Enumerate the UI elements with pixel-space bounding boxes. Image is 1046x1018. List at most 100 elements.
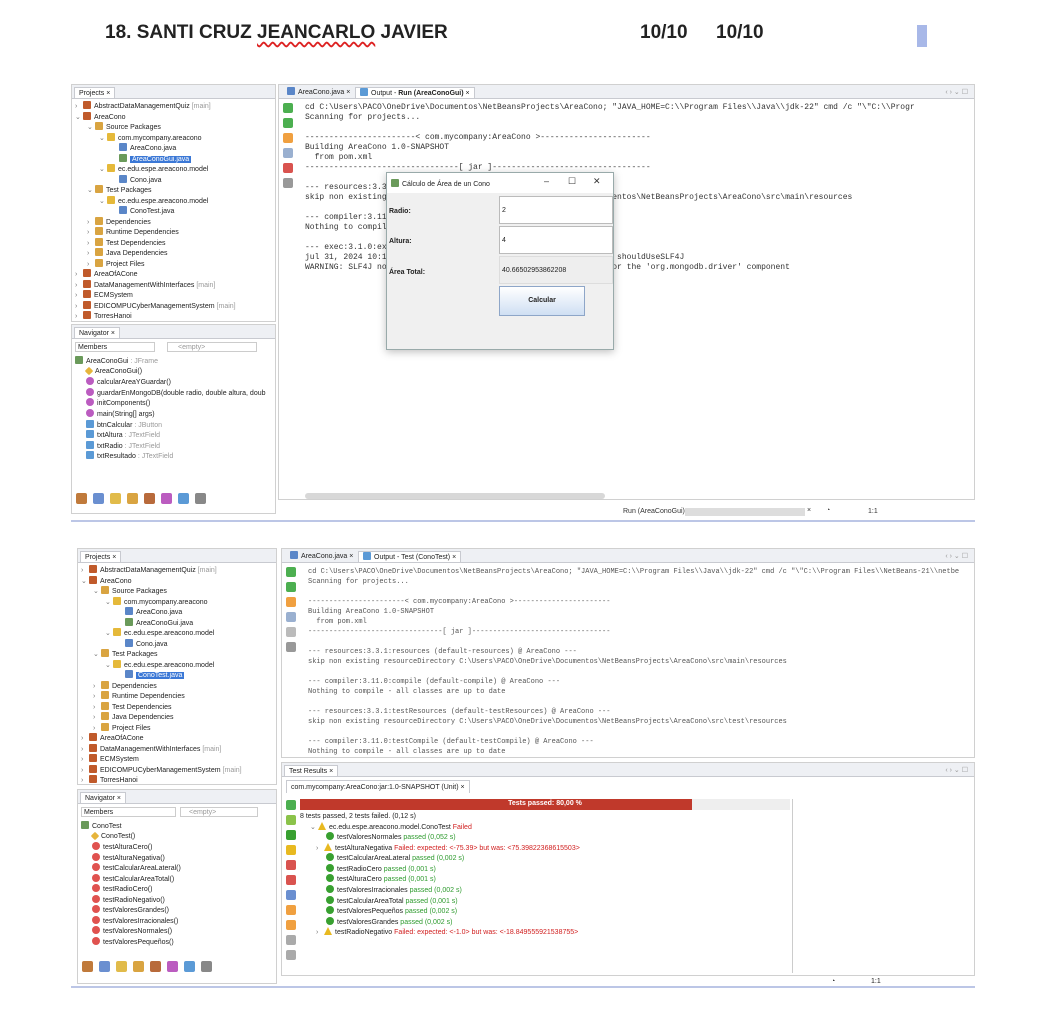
settings-icon[interactable] xyxy=(286,612,296,622)
chevron-icon[interactable]: › xyxy=(316,844,324,854)
tree-item[interactable]: › Dependencies xyxy=(87,216,151,227)
members-select[interactable]: Members xyxy=(75,342,155,352)
navigator-member[interactable]: testValoresIrracionales() xyxy=(92,915,178,926)
navigator-member[interactable]: txtRadio : JTextField xyxy=(86,440,160,451)
chevron-icon[interactable]: › xyxy=(93,713,101,723)
chevron-icon[interactable]: › xyxy=(87,260,95,270)
members-filter[interactable]: <empty> xyxy=(180,807,258,817)
tree-item[interactable]: AreaConoGui.java xyxy=(117,617,193,628)
tab-output-run[interactable]: Output - Run (AreaConoGui) × xyxy=(355,87,475,98)
debug-icon[interactable] xyxy=(283,178,293,188)
toolbar-icon[interactable] xyxy=(82,961,93,972)
tree-item[interactable]: › EDICOMPUCyberManagementSystem [main] xyxy=(75,300,236,312)
tree-item[interactable]: › AbstractDataManagementQuiz [main] xyxy=(75,101,211,111)
navigator-member[interactable]: guardarEnMongoDB(double radio, double al… xyxy=(86,387,266,398)
show-errors-icon[interactable] xyxy=(286,860,296,870)
tree-item[interactable]: › Runtime Dependencies xyxy=(87,227,179,237)
chevron-icon[interactable]: › xyxy=(316,928,324,938)
tab-controls[interactable]: ‹ › ⌄ ☐ xyxy=(945,552,968,560)
next-failure-icon[interactable] xyxy=(286,920,296,930)
toolbar-icon[interactable] xyxy=(127,493,138,504)
tab-test-results[interactable]: Test Results × xyxy=(284,765,339,776)
rerun-icon[interactable] xyxy=(286,567,296,577)
navigator-member[interactable]: ConoTest xyxy=(81,821,122,831)
toolbar-icon[interactable] xyxy=(178,493,189,504)
tree-item[interactable]: › ECMSystem xyxy=(81,754,139,764)
navigator-member[interactable]: AreaConoGui() xyxy=(84,366,142,377)
tab-navigator[interactable]: Navigator × xyxy=(80,792,127,803)
navigator-member[interactable]: ConoTest() xyxy=(90,831,135,842)
chevron-icon[interactable]: › xyxy=(87,228,95,238)
rerun-failed-icon[interactable] xyxy=(286,815,296,825)
chevron-icon[interactable]: › xyxy=(75,270,83,280)
stop-icon[interactable] xyxy=(286,627,296,637)
tab-projects[interactable]: Projects × xyxy=(80,551,122,562)
tree-item[interactable]: ⌄ ec.edu.espe.areacono.model xyxy=(105,659,214,670)
navigator-member[interactable]: calcularAreaYGuardar() xyxy=(86,377,171,387)
tree-item[interactable]: ⌄ Source Packages xyxy=(93,586,167,596)
chevron-icon[interactable]: ⌄ xyxy=(105,598,113,608)
tree-item[interactable]: › AreaOfACone xyxy=(75,269,138,279)
test-case-row[interactable]: testValoresIrracionales passed (0,002 s) xyxy=(326,885,462,895)
chevron-icon[interactable]: ⌄ xyxy=(99,197,107,207)
toolbar-icon[interactable] xyxy=(116,961,127,972)
chevron-icon[interactable]: ⌄ xyxy=(105,629,113,639)
tree-item[interactable]: ConoTest.java xyxy=(117,670,185,680)
radio-input[interactable]: 2 xyxy=(499,196,613,224)
close-button[interactable]: ✕ xyxy=(593,176,601,187)
navigator-member[interactable]: testAlturaCero() xyxy=(92,842,152,852)
test-case-row[interactable]: › testAlturaNegativa Failed: expected: <-… xyxy=(316,842,580,853)
chevron-icon[interactable]: ⌄ xyxy=(75,113,83,123)
navigator-member[interactable]: main(String[] args) xyxy=(86,409,155,419)
chevron-icon[interactable]: › xyxy=(81,755,89,765)
tree-item[interactable]: › Project Files xyxy=(87,258,145,270)
tab-output-test[interactable]: Output - Test (ConoTest) × xyxy=(358,551,462,562)
navigator-member[interactable]: txtResultado : JTextField xyxy=(86,451,173,461)
tree-item[interactable]: › Java Dependencies xyxy=(93,712,174,722)
toolbar-icon[interactable] xyxy=(167,961,178,972)
chevron-icon[interactable]: ⌄ xyxy=(93,587,101,597)
tree-item[interactable]: › Java Dependencies xyxy=(87,248,168,258)
test-case-row[interactable]: testValoresNormales passed (0,052 s) xyxy=(326,832,456,842)
minimize-button[interactable]: – xyxy=(544,176,549,186)
show-failed-icon[interactable] xyxy=(286,875,296,885)
tab-areacono-java[interactable]: AreaCono.java × xyxy=(283,87,354,98)
test-case-row[interactable]: testCalcularAreaTotal passed (0,001 s) xyxy=(326,895,458,906)
rerun-different-icon[interactable] xyxy=(286,582,296,592)
tree-item[interactable]: Cono.java xyxy=(117,638,168,649)
chevron-icon[interactable]: › xyxy=(81,766,89,776)
chevron-icon[interactable]: › xyxy=(93,703,101,713)
chevron-icon[interactable]: ⌄ xyxy=(93,650,101,660)
chevron-icon[interactable]: › xyxy=(75,102,83,112)
tree-item[interactable]: › Test Dependencies xyxy=(87,237,166,248)
tree-item[interactable]: › DataManagementWithInterfaces [main] xyxy=(81,743,221,755)
navigator-member[interactable]: initComponents() xyxy=(86,398,150,408)
tree-item[interactable]: ⌄ com.mycompany.areacono xyxy=(99,132,202,144)
step-icon[interactable] xyxy=(283,133,293,143)
test-case-row[interactable]: testValoresPequeños passed (0,002 s) xyxy=(326,906,457,916)
toolbar-icon[interactable] xyxy=(195,493,206,504)
tree-item[interactable]: ⌄ com.mycompany.areacono xyxy=(105,596,208,608)
chevron-icon[interactable]: ⌄ xyxy=(99,134,107,144)
chevron-icon[interactable]: › xyxy=(81,776,89,786)
tree-item[interactable]: › DataManagementWithInterfaces [main] xyxy=(75,279,215,290)
test-case-row[interactable]: testRadioCero passed (0,001 s) xyxy=(326,863,436,874)
chevron-icon[interactable]: ⌄ xyxy=(99,165,107,175)
tree-item[interactable]: ⌄ ec.edu.espe.areacono.model xyxy=(99,164,208,174)
settings-icon[interactable] xyxy=(283,148,293,158)
tree-item[interactable]: ⌄ Test Packages xyxy=(93,649,158,659)
tab-areacono-java[interactable]: AreaCono.java × xyxy=(286,551,357,562)
chevron-icon[interactable]: › xyxy=(81,734,89,744)
rerun-tests-icon[interactable] xyxy=(286,800,296,810)
chevron-icon[interactable]: › xyxy=(75,302,83,312)
tree-item[interactable]: ⌄ AreaCono xyxy=(75,111,126,123)
navigator-member[interactable]: testAlturaNegativa() xyxy=(92,852,165,863)
test-case-row[interactable]: › testRadioNegativo Failed: expected: <-1… xyxy=(316,927,578,937)
tree-item[interactable]: › Project Files xyxy=(93,722,151,733)
toolbar-icon[interactable] xyxy=(93,493,104,504)
show-passed-icon[interactable] xyxy=(286,830,296,840)
chevron-icon[interactable]: › xyxy=(81,745,89,755)
chevron-icon[interactable]: › xyxy=(93,692,101,702)
tree-item[interactable]: › Dependencies xyxy=(93,680,157,691)
maximize-button[interactable]: ☐ xyxy=(568,176,576,187)
